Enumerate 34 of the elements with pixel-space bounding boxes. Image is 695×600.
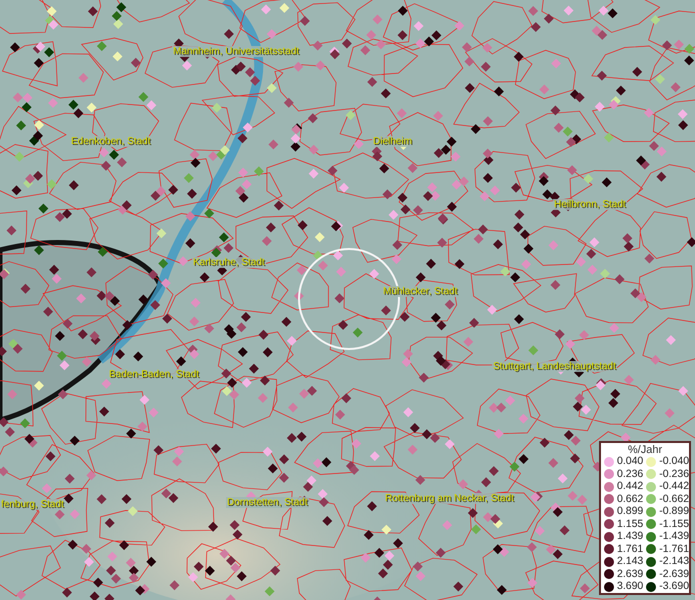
legend-value: 1.439 (617, 531, 644, 542)
place-label: Heilbronn, Stadt (553, 199, 627, 210)
place-label: Edenkoben, Stadt (70, 136, 152, 147)
place-label: fenburg, Stadt (0, 499, 65, 510)
legend-value: -0.236 (659, 468, 690, 480)
legend-value: 0.662 (617, 494, 644, 505)
legend-value: -1.439 (659, 531, 690, 542)
legend-value: -0.899 (659, 506, 690, 518)
legend-value: -0.442 (659, 481, 690, 492)
legend-value: -2.143 (659, 556, 690, 568)
place-label: Dornstetten, Stadt (226, 497, 309, 508)
place-label: Stuttgart, Landeshauptstadt (492, 361, 617, 372)
legend-value: -3.690 (659, 581, 690, 592)
place-label: Karlsruhe, Stadt (192, 257, 266, 268)
legend-value: -1.155 (659, 518, 690, 530)
legend-title: %/Jahr (626, 444, 664, 456)
legend-value: -0.662 (659, 494, 690, 505)
legend-value: -2.639 (659, 568, 690, 580)
legend-value: 2.639 (617, 568, 644, 580)
place-label: Baden-Baden, Stadt (108, 369, 200, 380)
legend-value: 2.143 (617, 556, 644, 568)
place-label: Rottenburg am Neckar, Stadt (384, 493, 515, 504)
legend-value: 3.690 (617, 581, 644, 592)
legend-value: 0.040 (617, 456, 644, 468)
place-label: Dielheim (372, 136, 413, 147)
legend-value: 0.899 (617, 506, 644, 518)
legend-value: 1.761 (617, 544, 644, 555)
place-label: Mühlacker, Stadt (382, 286, 458, 297)
place-label: Mannheim, Universitätsstadt (172, 46, 300, 57)
legend-value: -1.761 (659, 544, 690, 555)
legend-value: 1.155 (617, 518, 644, 530)
legend-value: 0.442 (617, 481, 644, 492)
legend-value: 0.236 (617, 468, 644, 480)
legend-value: -0.040 (659, 456, 690, 468)
